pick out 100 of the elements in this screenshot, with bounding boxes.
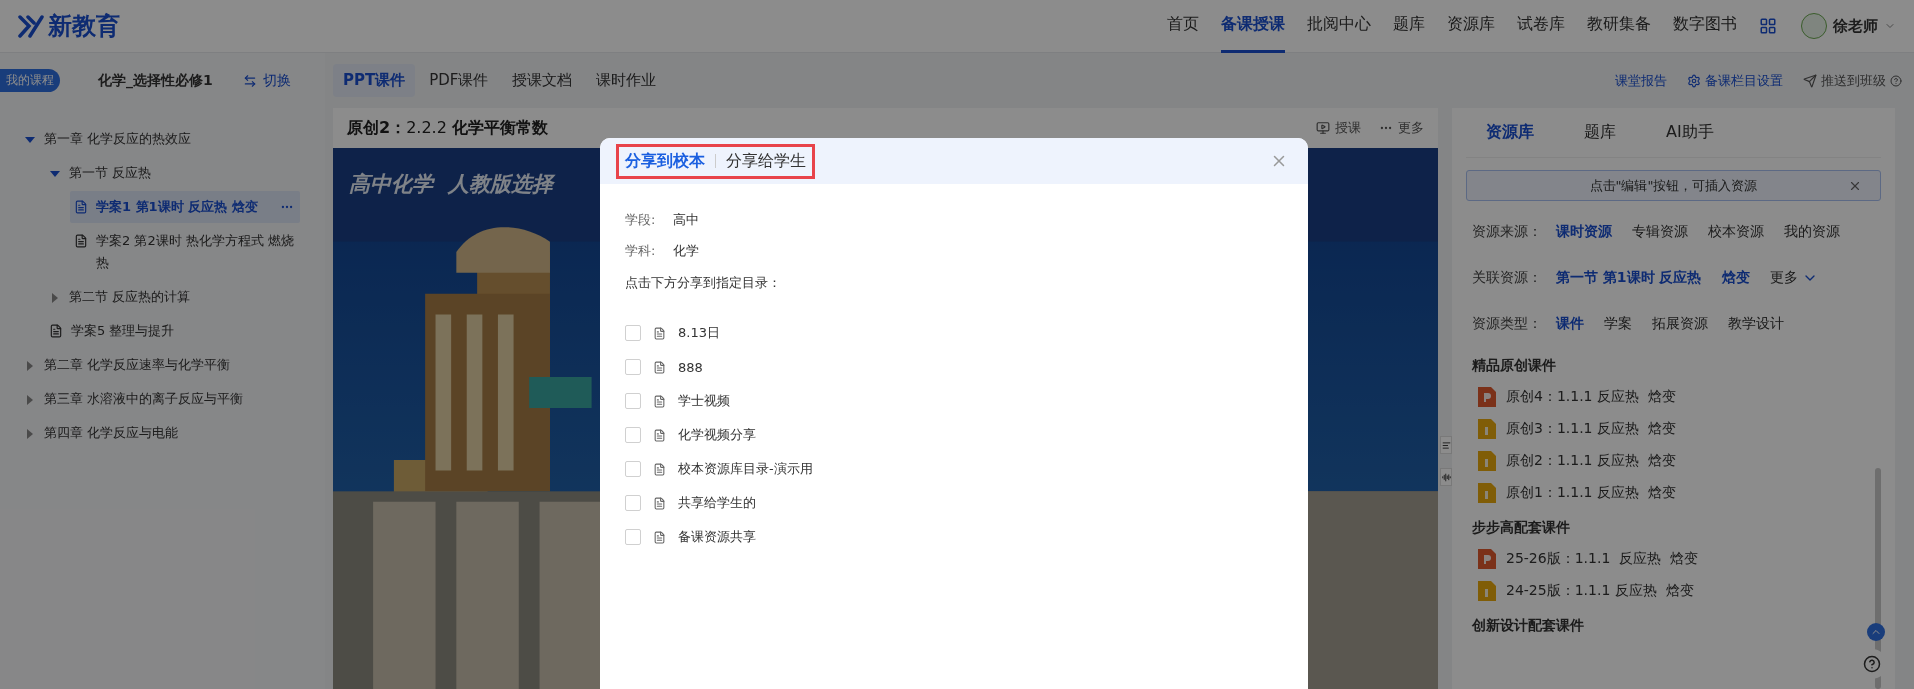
checkbox[interactable]	[625, 495, 641, 511]
tree-node[interactable]: 第四章 化学反应与电能	[20, 417, 300, 449]
user-name[interactable]: 徐老师	[1833, 16, 1878, 36]
panel-tab[interactable]: 题库	[1584, 122, 1616, 143]
section-title: 精品原创课件	[1471, 356, 1557, 375]
checkbox[interactable]	[625, 325, 641, 341]
tree-node[interactable]: 学案5 整理与提升	[45, 315, 300, 347]
section-title: 步步高配套课件	[1471, 518, 1571, 537]
slides-file-icon	[1478, 387, 1496, 407]
more-link[interactable]: 更多	[1769, 269, 1818, 287]
field-value: 高中	[673, 210, 700, 229]
swap-icon	[243, 73, 257, 88]
screen-icon	[1316, 121, 1330, 135]
folder-name[interactable]: 校本资源库目录-演示用	[678, 460, 813, 478]
resource-item[interactable]: 原创4：1.1.1 反应热 焓变	[1466, 381, 1676, 413]
help-icon	[1863, 653, 1881, 675]
switch-button[interactable]: 切换	[237, 70, 297, 91]
filter-option[interactable]: 第一节 第1课时 反应热	[1556, 269, 1702, 287]
list-icon	[1441, 440, 1451, 450]
filter-option[interactable]: 教学设计	[1728, 315, 1784, 333]
logo-icon	[18, 14, 44, 38]
tree-node[interactable]: 学案1 第1课时 反应热 焓变	[70, 191, 300, 223]
toolbar-link[interactable]: 推送到班级	[1803, 71, 1902, 90]
nav-item[interactable]: 批阅中心	[1307, 0, 1371, 53]
viewer-title: 原创2：2.2.2 化学平衡常数	[347, 117, 548, 139]
checkbox[interactable]	[625, 359, 641, 375]
nav-item[interactable]: 题库	[1393, 0, 1425, 53]
logo-text: 新教育	[48, 11, 120, 42]
document-icon	[49, 324, 63, 338]
field-label: 学科:	[625, 241, 656, 260]
dialog-tab[interactable]: 分享给学生	[726, 150, 806, 172]
panel-tab[interactable]: 资源库	[1486, 122, 1534, 143]
document-icon	[653, 394, 666, 408]
slide-title: 高中化学 人教版选择	[349, 171, 553, 198]
resource-item[interactable]: 25-26版：1.1.1 反应热 焓变	[1466, 543, 1699, 575]
dialog-tab[interactable]: 分享到校本	[625, 150, 705, 172]
field-value: 化学	[673, 241, 700, 260]
folder-name[interactable]: 化学视频分享	[678, 426, 756, 444]
filter-option[interactable]: 专辑资源	[1632, 223, 1688, 241]
notice-text: 点击"编辑"按钮，可插入资源	[1589, 176, 1758, 195]
folder-name[interactable]: 8.13日	[678, 324, 720, 342]
collapse-badge[interactable]	[1867, 623, 1885, 641]
document-icon	[653, 428, 666, 442]
filter-option[interactable]: 课件	[1556, 315, 1584, 333]
document-icon	[74, 200, 88, 214]
tree-node[interactable]: 第二章 化学反应速率与化学平衡	[20, 349, 300, 381]
document-icon	[74, 234, 88, 248]
filter-option[interactable]: 我的资源	[1784, 223, 1840, 241]
nav-item[interactable]: 教研集备	[1587, 0, 1651, 53]
filter-option[interactable]: 焓变	[1721, 269, 1750, 287]
archive-file-icon	[1478, 451, 1496, 471]
document-icon	[653, 530, 666, 544]
filter-label: 关联资源：	[1472, 269, 1542, 287]
filter-option[interactable]: 学案	[1604, 315, 1632, 333]
outline-toggle[interactable]	[1440, 436, 1452, 454]
course-title: 化学_选择性必修1	[98, 71, 213, 90]
content-tab[interactable]: 课时作业	[586, 64, 667, 97]
folder-name[interactable]: 共享给学生的	[678, 494, 756, 512]
tree-node[interactable]: 第三章 水溶液中的离子反应与平衡	[20, 383, 300, 415]
nav-item[interactable]: 资源库	[1447, 0, 1495, 53]
folder-name[interactable]: 备课资源共享	[678, 528, 756, 546]
slides-file-icon	[1478, 549, 1496, 569]
nav-item[interactable]: 备课授课	[1221, 0, 1285, 53]
nav-item[interactable]: 数字图书	[1673, 0, 1737, 53]
tree-node[interactable]: 学案2 第2课时 热化学方程式 燃烧热	[70, 225, 300, 279]
resource-item[interactable]: 24-25版：1.1.1 反应热 焓变	[1466, 575, 1694, 607]
document-icon	[653, 462, 666, 476]
resource-item[interactable]: 原创3：1.1.1 反应热 焓变	[1466, 413, 1676, 445]
toolbar-link[interactable]: 课堂报告	[1615, 71, 1667, 90]
resource-item[interactable]: 原创1：1.1.1 反应热 焓变	[1466, 477, 1676, 509]
send-icon	[1803, 73, 1817, 88]
content-tab[interactable]: PDF课件	[419, 64, 499, 97]
content-tab[interactable]: PPT课件	[333, 64, 416, 97]
checkbox[interactable]	[625, 529, 641, 545]
document-icon	[653, 326, 666, 340]
checkbox[interactable]	[625, 427, 641, 443]
document-icon	[653, 496, 666, 510]
checkbox[interactable]	[625, 393, 641, 409]
resize-handle[interactable]	[1440, 468, 1452, 486]
resource-item[interactable]: 原创2：1.1.1 反应热 焓变	[1466, 445, 1676, 477]
apps-icon[interactable]	[1759, 17, 1777, 35]
settings-icon	[1687, 73, 1701, 88]
panel-tab[interactable]: AI助手	[1666, 122, 1714, 143]
archive-file-icon	[1478, 483, 1496, 503]
tree-node[interactable]: 第二节 反应热的计算	[45, 281, 300, 313]
avatar[interactable]	[1801, 13, 1827, 39]
filter-label: 资源类型：	[1472, 315, 1542, 333]
folder-name[interactable]: 学士视频	[678, 392, 730, 410]
content-tab[interactable]: 授课文档	[502, 64, 583, 97]
folder-name[interactable]: 888	[678, 359, 703, 375]
nav-item[interactable]: 试卷库	[1517, 0, 1565, 53]
nav-item[interactable]: 首页	[1167, 0, 1199, 53]
toolbar-link[interactable]: 备课栏目设置	[1687, 71, 1783, 90]
filter-option[interactable]: 拓展资源	[1652, 315, 1708, 333]
filter-option[interactable]: 校本资源	[1708, 223, 1764, 241]
filter-option[interactable]: 课时资源	[1556, 223, 1612, 241]
viewer-action[interactable]: 授课	[1316, 119, 1361, 137]
viewer-action[interactable]: 更多	[1379, 119, 1424, 137]
checkbox[interactable]	[625, 461, 641, 477]
course-badge: 我的课程	[0, 69, 60, 92]
